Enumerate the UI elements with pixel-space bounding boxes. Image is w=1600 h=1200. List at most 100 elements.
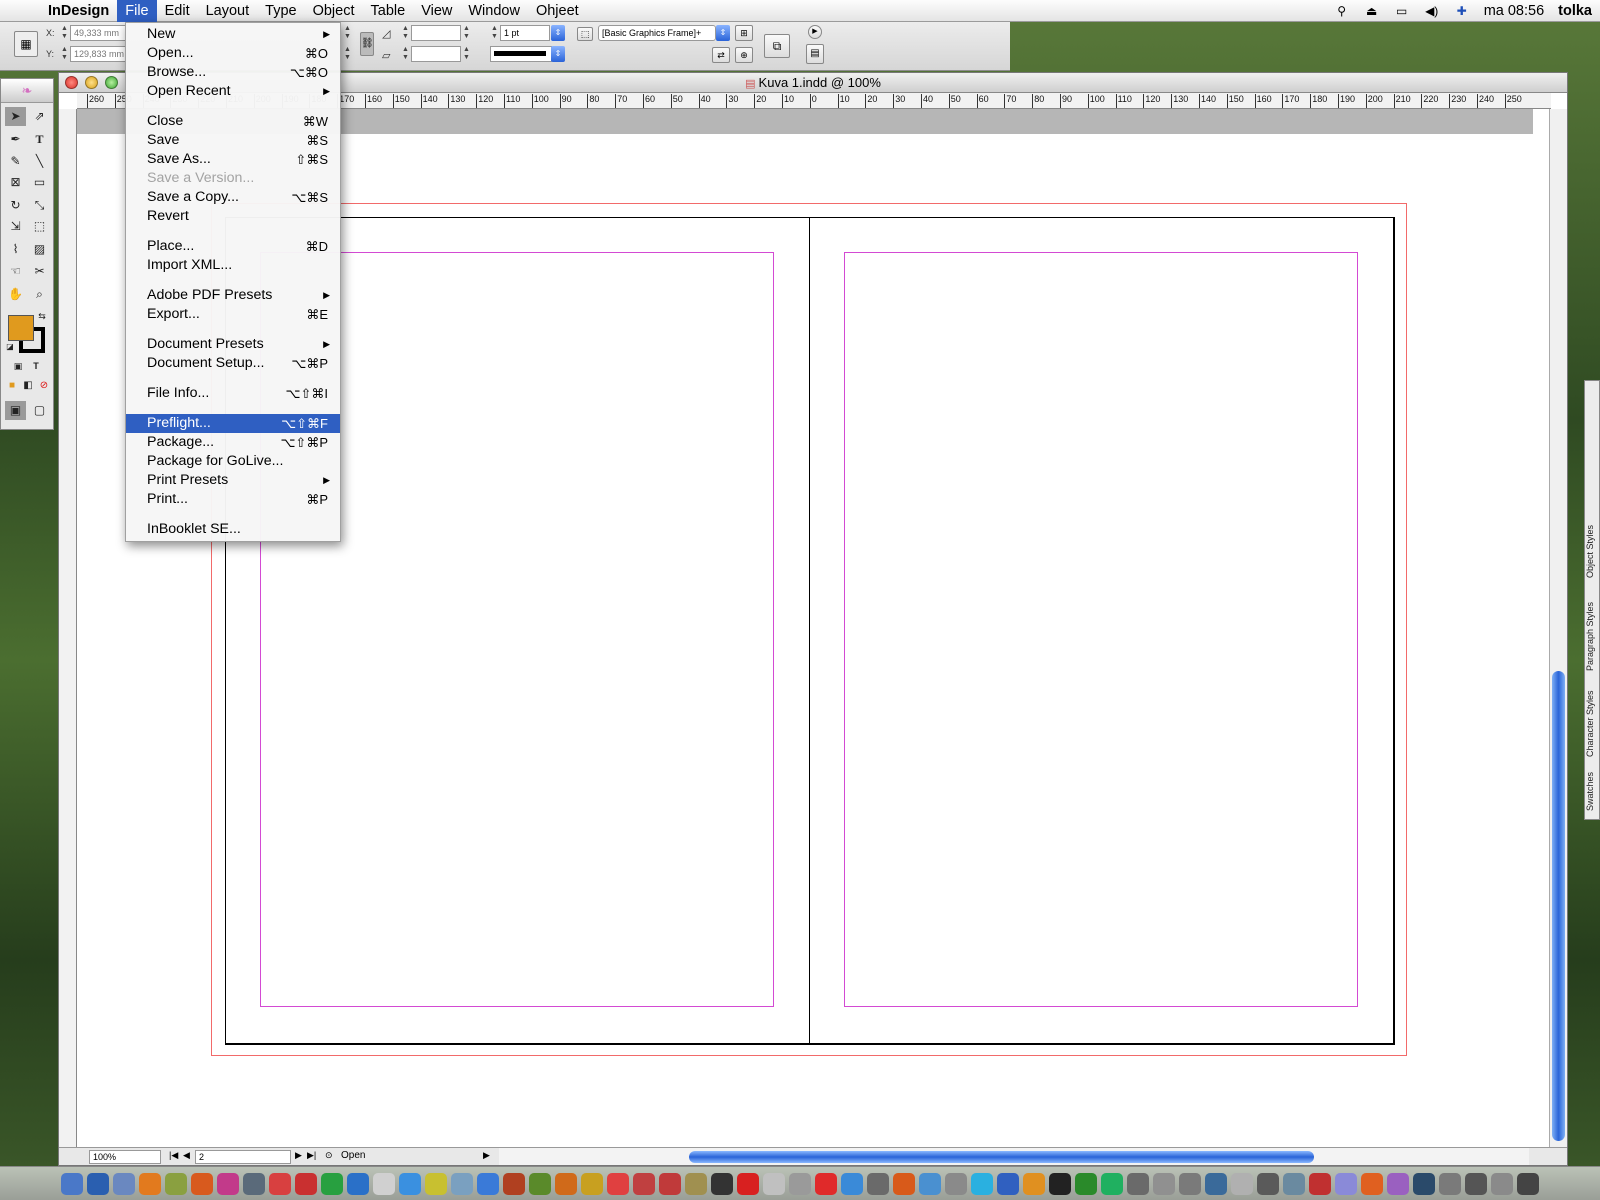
menu-item-open-recent[interactable]: Open Recent ▶ [126, 82, 340, 101]
rectangle-tool-icon[interactable]: ▭ [29, 173, 50, 192]
dock-app-icon[interactable] [503, 1172, 525, 1195]
dock-app-icon[interactable] [633, 1172, 655, 1195]
dock-app-icon[interactable] [61, 1172, 83, 1195]
rotate-stepper[interactable]: ▲ ▼ [401, 25, 410, 41]
direct-selection-tool-icon[interactable]: ⇗ [29, 107, 50, 126]
previous-page-button[interactable]: ◀ [183, 1150, 190, 1161]
line-tool-icon[interactable]: ╲ [29, 152, 50, 171]
dock-app-icon[interactable] [945, 1172, 967, 1195]
play-button-icon[interactable]: ▶ [808, 25, 822, 39]
next-page-button[interactable]: ▶ [295, 1150, 302, 1161]
menu-item-save-a-copy[interactable]: Save a Copy... ⌥⌘S [126, 188, 340, 207]
dock-app-icon[interactable] [737, 1172, 759, 1195]
volume-icon[interactable]: ◀) [1424, 4, 1440, 18]
frame-fitting-icon[interactable]: ⧉ [764, 34, 790, 58]
menu-item-new[interactable]: New ▶ [126, 25, 340, 44]
dock-app-icon[interactable] [269, 1172, 291, 1195]
menu-file[interactable]: File [117, 0, 157, 22]
stroke-weight-stepper[interactable]: ▲ ▼ [490, 25, 499, 41]
dock-app-icon[interactable] [165, 1172, 187, 1195]
display-icon[interactable]: ▭ [1394, 4, 1410, 18]
dock-app-icon[interactable] [1075, 1172, 1097, 1195]
dock-app-icon[interactable] [581, 1172, 603, 1195]
dock-app-icon[interactable] [373, 1172, 395, 1195]
type-tool-icon[interactable]: T [29, 130, 50, 149]
vertical-ruler[interactable] [59, 109, 77, 1149]
shear-field[interactable] [411, 46, 461, 62]
dock-app-icon[interactable] [815, 1172, 837, 1195]
dock-app-icon[interactable] [867, 1172, 889, 1195]
dock-app-icon[interactable] [529, 1172, 551, 1195]
dock-app-icon[interactable] [659, 1172, 681, 1195]
object-style-options-icon[interactable]: ⊞ [735, 25, 753, 41]
dock-app-icon[interactable] [1153, 1172, 1175, 1195]
menu-item-document-presets[interactable]: Document Presets ▶ [126, 335, 340, 354]
y-stepper[interactable]: ▲ ▼ [60, 46, 69, 62]
dock-app-icon[interactable] [477, 1172, 499, 1195]
first-page-button[interactable]: |◀ [169, 1150, 178, 1161]
document-status[interactable]: Open [341, 1150, 365, 1161]
dock-app-icon[interactable] [1387, 1172, 1409, 1195]
menu-item-file-info[interactable]: File Info... ⌥⇧⌘I [126, 384, 340, 403]
dock-app-icon[interactable] [1205, 1172, 1227, 1195]
constrain-proportions-icon[interactable]: ⛓ [360, 32, 374, 56]
menu-window[interactable]: Window [460, 0, 528, 22]
tools-palette-header[interactable]: ❧ [1, 79, 53, 103]
dock-app-icon[interactable] [243, 1172, 265, 1195]
menu-item-print[interactable]: Print... ⌘P [126, 490, 340, 509]
dock-app-icon[interactable] [1257, 1172, 1279, 1195]
stroke-type-dropdown[interactable]: ⇕ [551, 46, 565, 62]
dock-app-icon[interactable] [607, 1172, 629, 1195]
apply-gradient-icon[interactable]: ◧ [21, 379, 35, 393]
dock-app-icon[interactable] [347, 1172, 369, 1195]
horizontal-scroll-thumb[interactable] [689, 1151, 1314, 1163]
menu-item-open[interactable]: Open... ⌘O [126, 44, 340, 63]
panel-menu-icon[interactable]: ▤ [806, 44, 824, 64]
menu-table[interactable]: Table [363, 0, 414, 22]
normal-view-mode-icon[interactable]: ▣ [5, 401, 26, 420]
menu-item-revert[interactable]: Revert [126, 207, 340, 226]
menu-view[interactable]: View [413, 0, 460, 22]
dock-app-icon[interactable] [425, 1172, 447, 1195]
status-menu-arrow[interactable]: ▶ [483, 1150, 490, 1161]
x-position-field[interactable]: 49,333 mm [70, 25, 126, 41]
page-number-field[interactable]: 2 [195, 1150, 291, 1164]
tab-object-styles[interactable]: Object Styles [1585, 511, 1600, 591]
shear-stepper[interactable]: ▲ ▼ [401, 46, 410, 62]
dock-app-icon[interactable] [1101, 1172, 1123, 1195]
eject-icon[interactable]: ⏏ [1364, 4, 1380, 18]
dock-app-icon[interactable] [763, 1172, 785, 1195]
rectangle-frame-tool-icon[interactable]: ⊠ [5, 173, 26, 192]
menu-item-package-for-golive[interactable]: Package for GoLive... [126, 452, 340, 471]
dock-app-icon[interactable] [685, 1172, 707, 1195]
menu-edit[interactable]: Edit [157, 0, 198, 22]
menu-item-save[interactable]: Save ⌘S [126, 131, 340, 150]
menu-item-preflight[interactable]: Preflight... ⌥⇧⌘F [126, 414, 340, 433]
last-page-button[interactable]: ▶| [307, 1150, 316, 1161]
menubar-clock[interactable]: ma 08:56 [1484, 3, 1544, 19]
menu-item-browse[interactable]: Browse... ⌥⌘O [126, 63, 340, 82]
menu-item-document-setup[interactable]: Document Setup... ⌥⌘P [126, 354, 340, 373]
menu-type[interactable]: Type [257, 0, 304, 22]
menu-object[interactable]: Object [305, 0, 363, 22]
shear-tool-icon[interactable]: ⇲ [5, 217, 26, 236]
dock-app-icon[interactable] [789, 1172, 811, 1195]
tab-character-styles[interactable]: Character Styles [1585, 681, 1600, 766]
vertical-scrollbar[interactable] [1549, 109, 1567, 1149]
app-menu[interactable]: InDesign [40, 0, 117, 22]
scale-stepper[interactable]: ▲ ▼ [343, 25, 352, 41]
eyedropper-tool-icon[interactable]: ⌇ [5, 240, 26, 259]
dock-app-icon[interactable] [1439, 1172, 1461, 1195]
apply-none-icon[interactable]: ⊘ [37, 379, 51, 393]
reference-point-icon[interactable]: ▦ [14, 31, 38, 57]
dock-app-icon[interactable] [893, 1172, 915, 1195]
dock-app-icon[interactable] [841, 1172, 863, 1195]
dock-app-icon[interactable] [1127, 1172, 1149, 1195]
finnish-flag-input-icon[interactable]: ✚ [1454, 4, 1470, 18]
dock-app-icon[interactable] [191, 1172, 213, 1195]
horizontal-scrollbar[interactable] [499, 1148, 1529, 1165]
dock-app-icon[interactable] [1413, 1172, 1435, 1195]
selection-tool-icon[interactable]: ➤ [5, 107, 26, 126]
menu-item-save-as[interactable]: Save As... ⇧⌘S [126, 150, 340, 169]
frame-icon[interactable]: ⬚ [577, 27, 593, 41]
